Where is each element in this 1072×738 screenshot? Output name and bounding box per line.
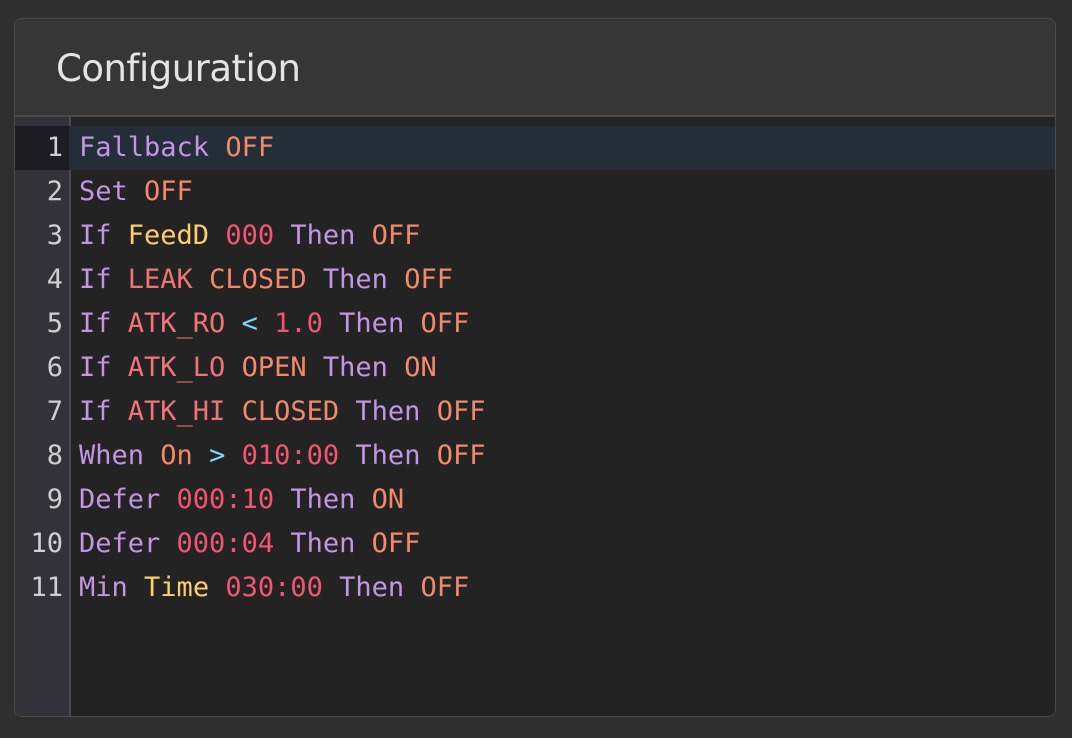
- code-text[interactable]: Min Time 030:00 Then OFF: [79, 566, 469, 610]
- code-token: OFF: [144, 176, 193, 207]
- code-token: CLOSED: [241, 396, 340, 427]
- code-text[interactable]: If ATK_LO OPEN Then ON: [79, 346, 437, 390]
- code-token: Then: [355, 440, 421, 471]
- code-token: Then: [339, 308, 405, 339]
- code-token: OFF: [371, 220, 421, 251]
- code-token: Set: [79, 176, 128, 207]
- code-text[interactable]: Set OFF: [79, 170, 193, 214]
- code-token: On: [160, 440, 193, 471]
- code-token: ATK_HI: [127, 396, 226, 427]
- code-line[interactable]: 3 If FeedD 000 Then OFF: [15, 214, 1055, 258]
- code-token: CLOSED: [209, 264, 307, 295]
- code-text[interactable]: If LEAK CLOSED Then OFF: [79, 258, 453, 302]
- code-token: If: [79, 396, 112, 427]
- code-token: Then: [355, 396, 421, 427]
- code-token: 010:00: [241, 440, 340, 471]
- code-line[interactable]: 8 When On > 010:00 Then OFF: [15, 434, 1055, 478]
- code-token: Defer: [79, 484, 161, 515]
- line-number: 5: [46, 308, 63, 339]
- code-token: Then: [290, 528, 356, 559]
- line-number: 6: [46, 352, 63, 383]
- line-number: 10: [30, 528, 63, 559]
- code-token: OFF: [404, 264, 453, 295]
- configuration-panel: Configuration 1 Fallback OFF 2 Set OFF 3 If F…: [14, 18, 1056, 717]
- code-line[interactable]: 11 Min Time 030:00 Then OFF: [15, 566, 1055, 610]
- line-number: 7: [46, 396, 63, 427]
- code-token: If: [79, 352, 112, 383]
- panel-header: Configuration: [15, 19, 1055, 117]
- code-token: Then: [290, 220, 356, 251]
- code-token: Defer: [79, 528, 161, 559]
- code-token: OFF: [436, 396, 486, 427]
- code-token: If: [79, 220, 112, 251]
- panel-title: Configuration: [56, 47, 301, 90]
- code-line[interactable]: 6 If ATK_LO OPEN Then ON: [15, 346, 1055, 390]
- code-token: 030:00: [225, 572, 323, 603]
- code-line[interactable]: 10 Defer 000:04 Then OFF: [15, 522, 1055, 566]
- code-token: Time: [144, 572, 210, 603]
- code-token: >: [209, 440, 226, 471]
- code-token: Then: [290, 484, 356, 515]
- code-token: OPEN: [241, 352, 307, 383]
- code-token: Then: [322, 352, 388, 383]
- code-token: 1.0: [274, 308, 323, 339]
- code-token: ATK_RO: [127, 308, 226, 339]
- code-token: 000: [225, 220, 275, 251]
- code-token: OFF: [436, 440, 486, 471]
- code-line[interactable]: 1 Fallback OFF: [15, 126, 1055, 170]
- line-number: 1: [15, 126, 69, 170]
- code-token: If: [79, 264, 112, 295]
- code-text[interactable]: When On > 010:00 Then OFF: [79, 434, 486, 478]
- code-token: If: [79, 308, 112, 339]
- code-token: 000:04: [176, 528, 275, 559]
- line-number: 2: [46, 176, 63, 207]
- code-token: Min: [79, 572, 128, 603]
- code-editor[interactable]: 1 Fallback OFF 2 Set OFF 3 If FeedD 000 Then …: [15, 117, 1055, 716]
- code-token: ON: [371, 484, 405, 515]
- code-token: When: [79, 440, 145, 471]
- code-text[interactable]: Defer 000:04 Then OFF: [79, 522, 420, 566]
- line-number: 9: [46, 484, 63, 515]
- code-line[interactable]: 7 If ATK_HI CLOSED Then OFF: [15, 390, 1055, 434]
- line-number: 4: [46, 264, 63, 295]
- code-token: Then: [322, 264, 388, 295]
- code-token: OFF: [420, 308, 470, 339]
- code-token: OFF: [225, 132, 275, 163]
- code-text[interactable]: If ATK_RO < 1.0 Then OFF: [79, 302, 469, 346]
- code-token: LEAK: [127, 264, 193, 295]
- code-text[interactable]: If FeedD 000 Then OFF: [79, 214, 420, 258]
- code-line[interactable]: 5 If ATK_RO < 1.0 Then OFF: [15, 302, 1055, 346]
- line-number: 8: [46, 440, 63, 471]
- code-line[interactable]: 2 Set OFF: [15, 170, 1055, 214]
- code-token: ATK_LO: [127, 352, 226, 383]
- code-token: 000:10: [176, 484, 275, 515]
- line-number: 3: [46, 220, 63, 251]
- code-text[interactable]: Defer 000:10 Then ON: [79, 478, 404, 522]
- code-token: Then: [339, 572, 405, 603]
- code-token: OFF: [420, 572, 470, 603]
- line-number: 11: [30, 572, 63, 603]
- code-token: ON: [404, 352, 437, 383]
- code-line[interactable]: 4 If LEAK CLOSED Then OFF: [15, 258, 1055, 302]
- code-text[interactable]: Fallback OFF: [79, 126, 274, 170]
- code-token: Fallback: [79, 132, 210, 163]
- code-token: FeedD: [127, 220, 210, 251]
- code-text[interactable]: If ATK_HI CLOSED Then OFF: [79, 390, 485, 434]
- editor-lines[interactable]: 1 Fallback OFF 2 Set OFF 3 If FeedD 000 Then …: [15, 126, 1055, 610]
- code-token: OFF: [371, 528, 421, 559]
- code-line[interactable]: 9 Defer 000:10 Then ON: [15, 478, 1055, 522]
- code-token: <: [241, 308, 258, 339]
